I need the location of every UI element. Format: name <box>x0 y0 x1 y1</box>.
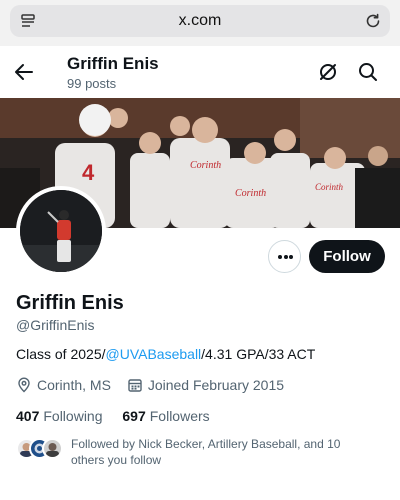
location-item: Corinth, MS <box>16 377 111 393</box>
browser-toolbar: x.com <box>0 0 400 46</box>
svg-text:4: 4 <box>82 160 95 185</box>
profile-header-bar: Griffin Enis 99 posts <box>0 46 400 98</box>
bio-mention-link[interactable]: @UVABaseball <box>106 346 202 362</box>
location-pin-icon <box>18 377 30 393</box>
display-name: Griffin Enis <box>16 292 124 314</box>
header-name: Griffin Enis <box>67 54 159 73</box>
profile-meta: Corinth, MS Joined February 2015 <box>16 377 296 396</box>
address-bar[interactable]: x.com <box>10 5 390 37</box>
svg-text:Corinth: Corinth <box>315 182 344 192</box>
reload-icon[interactable] <box>364 12 382 30</box>
following-label: Following <box>43 408 103 424</box>
followed-by-text: Followed by Nick Becker, Artillery Baseb… <box>71 437 341 467</box>
avatar[interactable] <box>16 186 106 276</box>
more-icon-dot <box>283 255 288 259</box>
follow-stats: 407 Following 697 Followers <box>16 408 226 424</box>
url-text: x.com <box>178 12 222 29</box>
svg-text:Corinth: Corinth <box>190 160 221 171</box>
followers-count: 697 <box>122 408 146 424</box>
more-icon-dot <box>289 255 293 259</box>
followers-link[interactable]: 697 Followers <box>122 408 209 424</box>
profile-bio: Class of 2025/@UVABaseball/4.31 GPA/33 A… <box>16 346 315 362</box>
mute-icon[interactable] <box>316 60 340 84</box>
followers-label: Followers <box>149 408 210 424</box>
following-link[interactable]: 407 Following <box>16 408 103 424</box>
joined-text: Joined February 2015 <box>147 377 285 393</box>
follow-button[interactable]: Follow <box>309 240 385 273</box>
svg-text:Corinth: Corinth <box>235 188 266 199</box>
joined-item: Joined February 2015 <box>127 377 284 393</box>
more-options-button[interactable] <box>268 240 301 273</box>
bio-text-suffix: /4.31 GPA/33 ACT <box>201 346 316 362</box>
back-arrow-icon[interactable] <box>12 60 36 84</box>
follower-avatar <box>42 438 63 459</box>
header-post-count: 99 posts <box>67 76 117 91</box>
user-handle: @GriffinEnis <box>16 317 95 333</box>
following-count: 407 <box>16 408 40 424</box>
calendar-icon <box>128 379 142 392</box>
location-text: Corinth, MS <box>37 377 111 393</box>
more-icon <box>278 255 282 259</box>
bio-text-prefix: Class of 2025/ <box>16 346 106 362</box>
avatar-photo <box>20 190 102 272</box>
search-icon[interactable] <box>356 60 380 84</box>
